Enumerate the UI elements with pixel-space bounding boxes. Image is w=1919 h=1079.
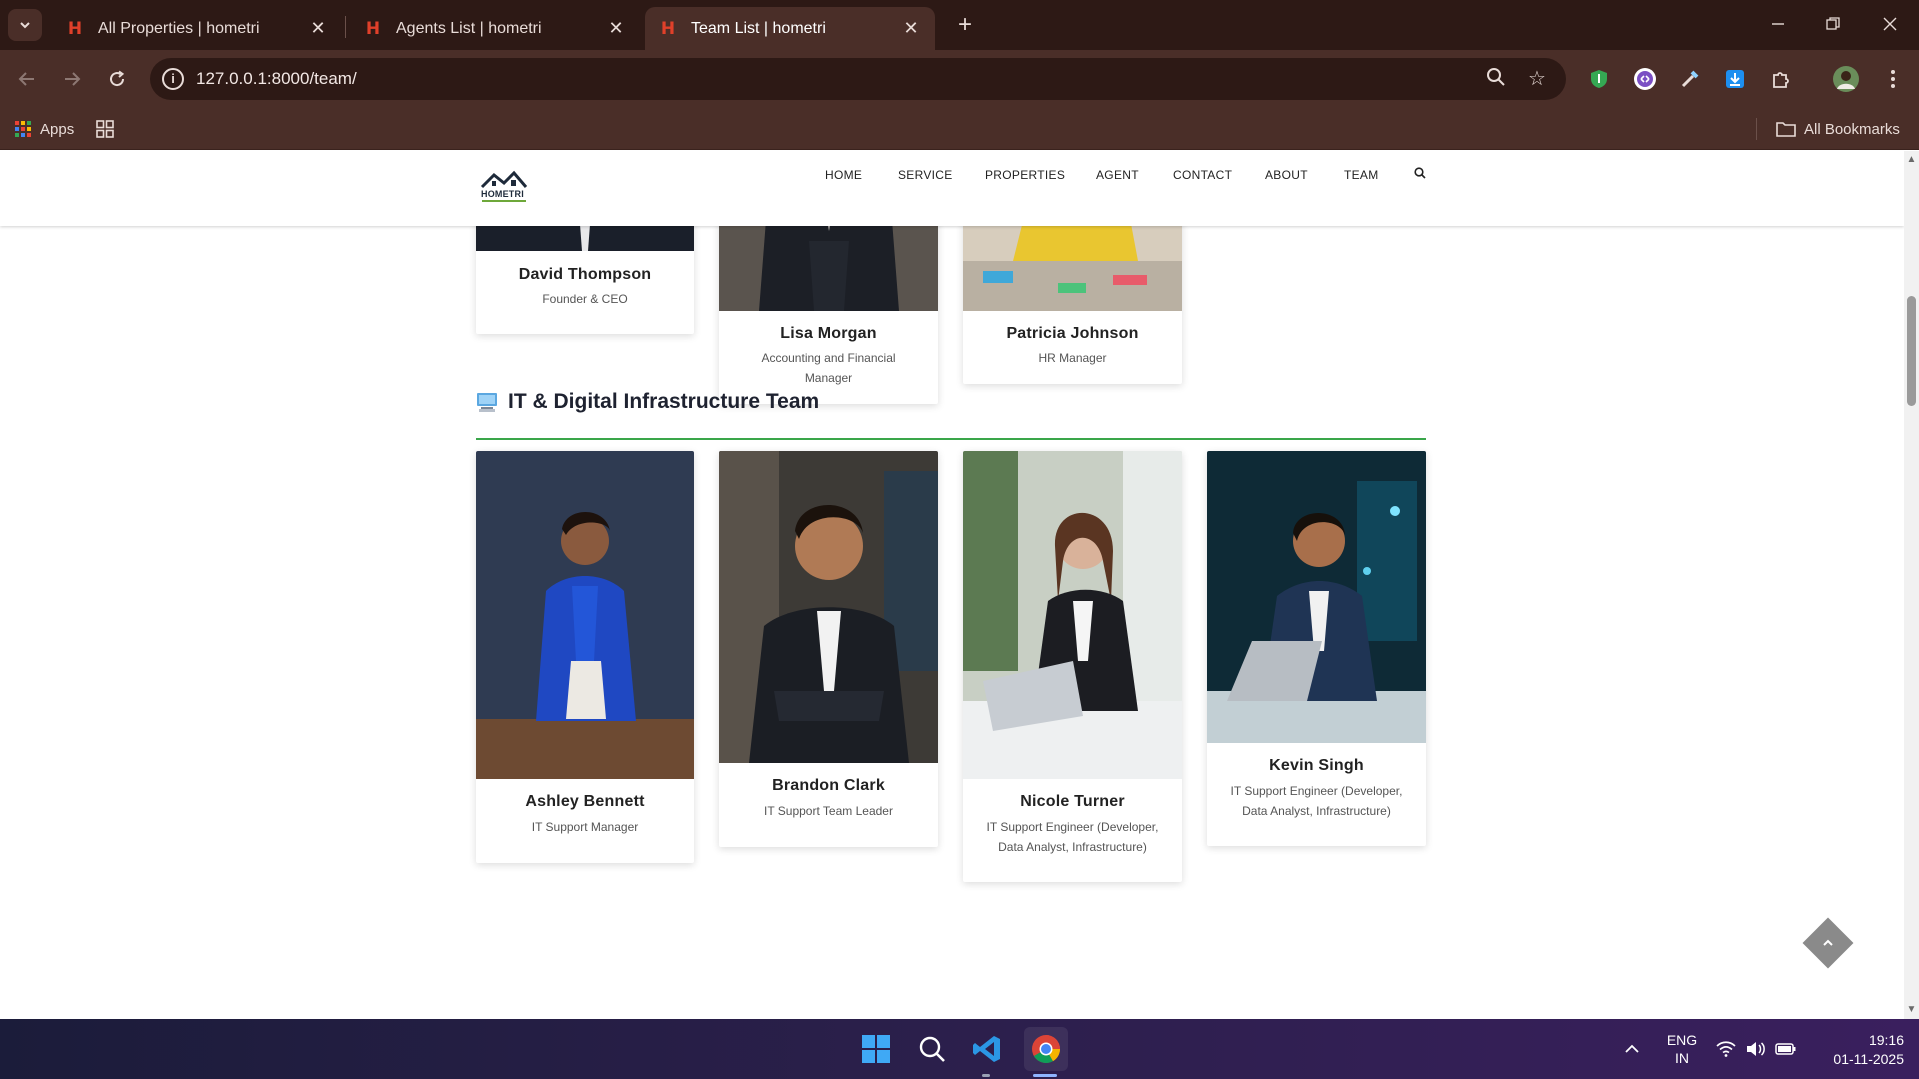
tab-agents-list[interactable]: H Agents List | hometri ✕ <box>350 7 640 50</box>
bookmarks-bar: Apps All Bookmarks <box>0 108 1919 150</box>
close-tab-icon[interactable]: ✕ <box>606 18 626 39</box>
computer-icon <box>477 393 497 412</box>
restore-icon <box>1826 17 1840 30</box>
eyedropper-extension-icon[interactable] <box>1677 66 1703 92</box>
nav-service[interactable]: SERVICE <box>898 168 953 182</box>
page-scrollbar[interactable]: ▲ ▼ <box>1904 151 1919 1019</box>
close-icon <box>1883 17 1897 31</box>
chevron-down-icon <box>20 22 30 29</box>
restore-button[interactable] <box>1813 8 1853 40</box>
running-indicator <box>982 1074 990 1077</box>
active-app-indicator <box>1033 1074 1057 1077</box>
team-member-photo <box>476 451 694 779</box>
windows-taskbar: ENG IN 19:16 01-11-2025 <box>0 1019 1919 1079</box>
tray-overflow-chevron-icon[interactable] <box>1614 1031 1650 1067</box>
clock[interactable]: 19:16 01-11-2025 <box>1812 1031 1904 1069</box>
tab-groups-button[interactable] <box>96 116 114 142</box>
extensions-puzzle-icon[interactable] <box>1768 66 1794 92</box>
devtools-extension-icon[interactable] <box>1632 66 1658 92</box>
back-button[interactable] <box>12 64 42 94</box>
team-card-brandon-clark[interactable]: Brandon Clark IT Support Team Leader <box>719 451 938 847</box>
tab-divider <box>345 16 346 38</box>
back-to-top-button[interactable] <box>1802 917 1854 969</box>
taskbar-search-icon[interactable] <box>914 1031 950 1067</box>
hometri-favicon-icon: H <box>67 18 83 39</box>
hometri-favicon-icon: H <box>660 18 676 39</box>
team-member-photo <box>963 451 1182 779</box>
hometri-favicon-icon: H <box>365 18 381 39</box>
shield-extension-icon[interactable] <box>1586 66 1612 92</box>
team-member-photo <box>719 451 938 763</box>
nav-about[interactable]: ABOUT <box>1265 168 1308 182</box>
section-heading-it-team: IT & Digital Infrastructure Team <box>476 387 1426 417</box>
apps-grid-icon <box>15 121 31 137</box>
tab-search-button[interactable] <box>8 9 42 41</box>
minimize-icon <box>1772 23 1784 25</box>
site-info-icon[interactable]: i <box>162 68 184 90</box>
team-card-kevin-singh[interactable]: Kevin Singh IT Support Engineer (Develop… <box>1207 451 1426 846</box>
search-icon[interactable] <box>1414 167 1426 182</box>
reload-button[interactable] <box>102 64 132 94</box>
zoom-icon[interactable] <box>1484 67 1508 91</box>
team-card-nicole-turner[interactable]: Nicole Turner IT Support Engineer (Devel… <box>963 451 1182 882</box>
new-tab-button[interactable]: + <box>950 10 980 40</box>
close-tab-icon[interactable]: ✕ <box>901 18 921 39</box>
url-text[interactable]: 127.0.0.1:8000/team/ <box>196 69 357 89</box>
bookmark-star-icon[interactable]: ☆ <box>1525 67 1549 91</box>
arrow-right-icon <box>65 72 81 86</box>
vscode-app-icon[interactable] <box>969 1031 1005 1067</box>
close-window-button[interactable] <box>1870 8 1910 40</box>
wifi-icon[interactable] <box>1712 1031 1740 1067</box>
team-card-ashley-bennett[interactable]: Ashley Bennett IT Support Manager <box>476 451 694 863</box>
download-extension-icon[interactable] <box>1722 66 1748 92</box>
profile-avatar[interactable] <box>1833 66 1859 92</box>
hometri-logo[interactable]: HOMETRI <box>480 169 530 209</box>
close-tab-icon[interactable]: ✕ <box>308 18 328 39</box>
tab-all-properties[interactable]: H All Properties | hometri ✕ <box>52 7 342 50</box>
address-bar[interactable]: i 127.0.0.1:8000/team/ ☆ <box>150 58 1566 100</box>
browser-tab-strip: H All Properties | hometri ✕ H Agents Li… <box>0 0 1919 50</box>
forward-button[interactable] <box>57 64 87 94</box>
minimize-button[interactable] <box>1758 8 1798 40</box>
section-divider <box>476 438 1426 440</box>
windows-start-icon[interactable] <box>858 1031 894 1067</box>
nav-home[interactable]: HOME <box>825 168 862 182</box>
scroll-up-arrow-icon[interactable]: ▲ <box>1906 154 1917 165</box>
nav-properties[interactable]: PROPERTIES <box>985 168 1065 182</box>
tab-team-list[interactable]: H Team List | hometri ✕ <box>645 7 935 50</box>
arrow-left-icon <box>18 72 34 86</box>
scroll-down-arrow-icon[interactable]: ▼ <box>1906 1004 1917 1015</box>
apps-bookmark[interactable]: Apps <box>14 116 74 142</box>
team-member-photo <box>1207 451 1426 743</box>
language-indicator[interactable]: ENG IN <box>1664 1031 1700 1067</box>
nav-team[interactable]: TEAM <box>1344 168 1379 182</box>
reload-icon <box>110 70 125 87</box>
chrome-app-icon[interactable] <box>1024 1027 1068 1071</box>
grid-icon <box>96 120 114 138</box>
battery-icon[interactable] <box>1772 1031 1800 1067</box>
all-bookmarks-button[interactable]: All Bookmarks <box>1776 116 1900 142</box>
nav-contact[interactable]: CONTACT <box>1173 168 1232 182</box>
site-header: HOMETRI HOME SERVICE PROPERTIES AGENT CO… <box>0 151 1904 226</box>
page-viewport: David Thompson Founder & CEO Lisa Morgan… <box>0 151 1904 1019</box>
chevron-up-icon <box>1823 939 1833 946</box>
nav-agent[interactable]: AGENT <box>1096 168 1139 182</box>
browser-toolbar: i 127.0.0.1:8000/team/ ☆ <box>0 50 1919 108</box>
volume-icon[interactable] <box>1742 1031 1770 1067</box>
house-logo-icon <box>480 170 528 189</box>
logo-underline <box>482 200 526 202</box>
scrollbar-thumb[interactable] <box>1907 296 1916 406</box>
bookmarks-divider <box>1756 118 1757 140</box>
more-menu-icon[interactable] <box>1880 66 1906 92</box>
folder-icon <box>1776 122 1796 137</box>
